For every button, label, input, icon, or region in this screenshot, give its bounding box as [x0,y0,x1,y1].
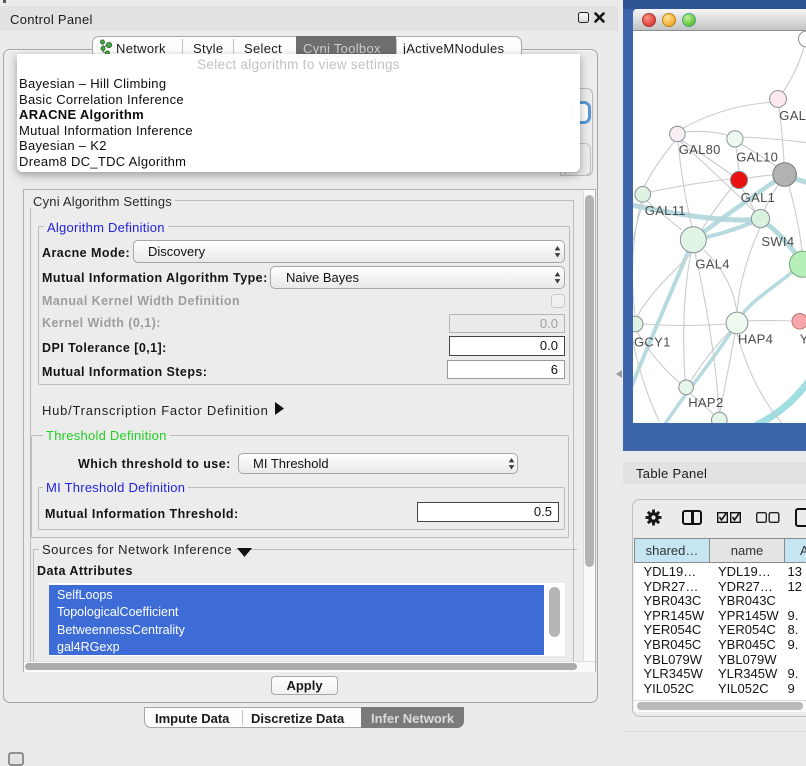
svg-text:SWI4: SWI4 [761,234,794,249]
svg-text:GAL7: GAL7 [779,108,806,123]
svg-text:HAP2: HAP2 [688,395,723,410]
svg-text:GAL11: GAL11 [645,203,686,218]
svg-text:GAL4: GAL4 [695,256,729,271]
svg-text:HAP4: HAP4 [738,332,773,347]
svg-text:GAL10: GAL10 [736,150,778,165]
svg-text:GAL80: GAL80 [679,142,721,157]
svg-text:Y: Y [800,332,806,347]
svg-text:GAL1: GAL1 [741,190,775,205]
svg-text:GCY1: GCY1 [634,334,671,349]
